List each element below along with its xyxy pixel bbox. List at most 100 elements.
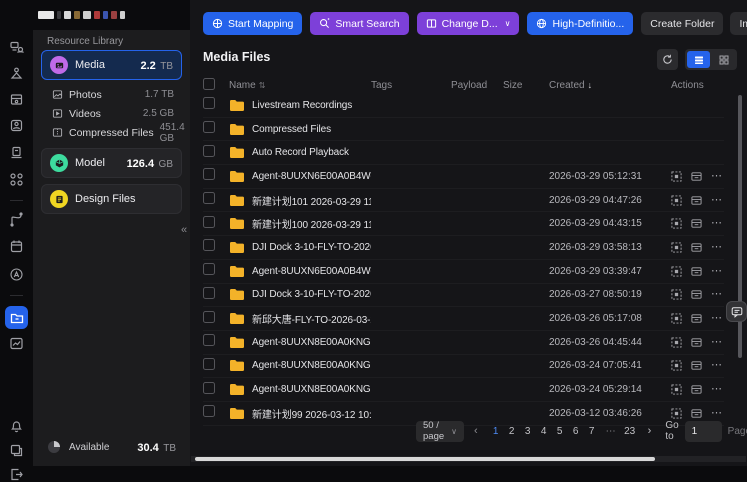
table-row[interactable]: Agent-8UUXN8E00A0KNG-FLY-TO-... 2026-03-… (203, 378, 724, 402)
sidebar-collapse-button[interactable]: « (181, 224, 187, 236)
row-checkbox[interactable] (203, 287, 215, 299)
page-button-3[interactable]: 3 (520, 426, 536, 437)
preview-action-icon[interactable] (671, 337, 682, 348)
auto-mode-icon[interactable] (9, 267, 24, 282)
sidebar-item-videos[interactable]: Videos 2.5 GB (41, 104, 182, 123)
preview-action-icon[interactable] (671, 408, 682, 419)
table-row[interactable]: Agent-8UUXN6E00A0B4W-FLY-TO-... 2026-03-… (203, 165, 724, 189)
more-actions-icon[interactable]: ⋯ (711, 408, 723, 419)
more-actions-icon[interactable]: ⋯ (711, 384, 723, 395)
table-row[interactable]: Agent-8UUXN8E00A0KNG-FLY-TO-... 2026-03-… (203, 355, 724, 379)
preview-action-icon[interactable] (671, 242, 682, 253)
preview-action-icon[interactable] (671, 171, 682, 182)
row-checkbox[interactable] (203, 239, 215, 251)
row-checkbox[interactable] (203, 311, 215, 323)
row-checkbox[interactable] (203, 97, 215, 109)
sidebar-item-photos[interactable]: Photos 1.7 TB (41, 85, 182, 104)
col-name[interactable]: Name⇅ (229, 80, 371, 91)
row-checkbox[interactable] (203, 334, 215, 346)
preview-action-icon[interactable] (671, 384, 682, 395)
select-all-checkbox[interactable] (203, 78, 215, 90)
dock-icon[interactable] (9, 92, 24, 107)
payload-icon[interactable] (9, 172, 24, 187)
table-row[interactable]: 新建计划101 2026-03-29 11:47:26 (... 2026-03… (203, 189, 724, 213)
route-icon[interactable] (9, 212, 24, 227)
table-row[interactable]: Compressed Files ⋯ (203, 118, 724, 142)
page-button-4[interactable]: 4 (536, 426, 552, 437)
start-mapping-button[interactable]: Start Mapping (203, 12, 302, 35)
sidebar-item-model[interactable]: Model 126.4 GB (41, 148, 182, 178)
more-actions-icon[interactable]: ⋯ (711, 218, 723, 229)
table-row[interactable]: DJI Dock 3-10-FLY-TO-2026-03-29 ... 2026… (203, 236, 724, 260)
download-action-icon[interactable] (691, 266, 702, 277)
grid-view-button[interactable] (712, 51, 735, 68)
preview-action-icon[interactable] (671, 195, 682, 206)
logout-icon[interactable] (9, 467, 24, 482)
more-actions-icon[interactable]: ⋯ (711, 242, 723, 253)
goto-page-input[interactable] (685, 421, 722, 442)
page-button-2[interactable]: 2 (504, 426, 520, 437)
feedback-chat-button[interactable] (726, 301, 747, 322)
row-checkbox[interactable] (203, 405, 215, 417)
download-action-icon[interactable] (691, 218, 702, 229)
page-button-6[interactable]: 6 (568, 426, 584, 437)
table-row[interactable]: 新邱大唐-FLY-TO-2026-03-26 12:17:... 2026-03… (203, 307, 724, 331)
preview-action-icon[interactable] (671, 218, 682, 229)
list-view-button[interactable] (687, 51, 710, 68)
last-page-button[interactable]: 23 (622, 426, 638, 437)
device-icon[interactable] (9, 145, 24, 160)
page-button-1[interactable]: 1 (488, 426, 504, 437)
more-actions-icon[interactable]: ⋯ (711, 195, 723, 206)
download-action-icon[interactable] (691, 313, 702, 324)
download-action-icon[interactable] (691, 289, 702, 300)
row-checkbox[interactable] (203, 168, 215, 180)
more-actions-icon[interactable]: ⋯ (711, 266, 723, 277)
col-created[interactable]: Created↓ (549, 80, 671, 91)
organization-icon[interactable] (9, 443, 24, 458)
download-action-icon[interactable] (691, 242, 702, 253)
table-row[interactable]: DJI Dock 3-10-FLY-TO-2026-03-27 ... 2026… (203, 284, 724, 308)
row-checkbox[interactable] (203, 216, 215, 228)
sidebar-item-design-files[interactable]: Design Files (41, 184, 182, 214)
row-checkbox[interactable] (203, 121, 215, 133)
preview-action-icon[interactable] (671, 266, 682, 277)
more-actions-icon[interactable]: ⋯ (711, 313, 723, 324)
pilot-icon[interactable] (9, 118, 24, 133)
sidebar-item-compressed-files[interactable]: Compressed Files 451.4 GB (41, 123, 182, 142)
prev-page-button[interactable]: ‹ (470, 425, 482, 437)
table-row[interactable]: Auto Record Playback ⋯ (203, 141, 724, 165)
refresh-button[interactable] (657, 49, 678, 70)
more-actions-icon[interactable]: ⋯ (711, 360, 723, 371)
create-folder-button[interactable]: Create Folder (641, 12, 723, 35)
notification-icon[interactable] (9, 418, 24, 433)
smart-search-button[interactable]: Smart Search (310, 12, 408, 35)
more-actions-icon[interactable]: ⋯ (711, 171, 723, 182)
schedule-icon[interactable] (9, 239, 24, 254)
change-display-button[interactable]: Change D... ∨ (417, 12, 520, 35)
download-action-icon[interactable] (691, 337, 702, 348)
table-row[interactable]: Agent-8UUXN6E00A0B4W-FLY-TO-... 2026-03-… (203, 260, 724, 284)
table-row[interactable]: Livestream Recordings ⋯ (203, 94, 724, 118)
page-ellipsis[interactable]: ⋯ (606, 426, 616, 437)
drone-icon[interactable] (9, 66, 24, 81)
row-checkbox[interactable] (203, 263, 215, 275)
row-checkbox[interactable] (203, 358, 215, 370)
page-button-7[interactable]: 7 (584, 426, 600, 437)
table-row[interactable]: Agent-8UUXN8E00A0KNG-FLY-TO-... 2026-03-… (203, 331, 724, 355)
analytics-icon[interactable] (9, 336, 24, 351)
next-page-button[interactable]: › (644, 425, 656, 437)
horizontal-scrollbar-thumb[interactable] (195, 457, 655, 461)
download-action-icon[interactable] (691, 408, 702, 419)
high-definition-button[interactable]: High-Definitio... (527, 12, 633, 35)
row-checkbox[interactable] (203, 145, 215, 157)
row-checkbox[interactable] (203, 192, 215, 204)
more-actions-icon[interactable]: ⋯ (711, 337, 723, 348)
preview-action-icon[interactable] (671, 313, 682, 324)
page-button-5[interactable]: 5 (552, 426, 568, 437)
page-size-select[interactable]: 50 / page ∨ (416, 421, 464, 442)
table-row[interactable]: 新建计划100 2026-03-29 11:43:14 (... 2026-03… (203, 212, 724, 236)
preview-action-icon[interactable] (671, 289, 682, 300)
import-button[interactable]: Import (730, 12, 747, 35)
preview-action-icon[interactable] (671, 360, 682, 371)
download-action-icon[interactable] (691, 360, 702, 371)
